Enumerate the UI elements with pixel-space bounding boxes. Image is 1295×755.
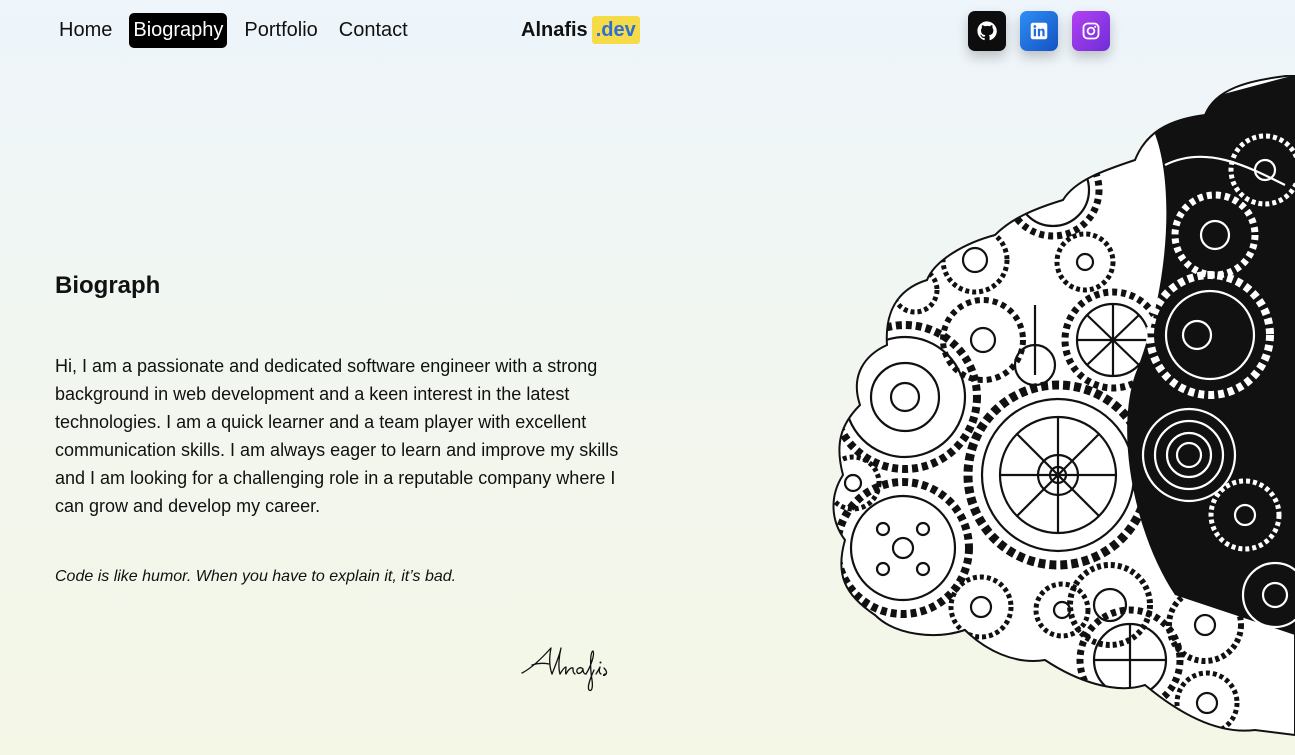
linkedin-link[interactable] — [1020, 11, 1058, 51]
logo-tld: .dev — [591, 16, 640, 44]
signature-image — [521, 647, 608, 692]
page-title: Biograph — [55, 272, 161, 299]
linkedin-icon — [1030, 22, 1048, 40]
github-icon — [977, 21, 997, 41]
instagram-link[interactable] — [1072, 11, 1110, 51]
logo-name: Alnafis — [521, 18, 588, 41]
nav-home-link[interactable]: Home — [55, 13, 116, 48]
brain-gears-illustration — [832, 75, 1295, 737]
instagram-icon — [1082, 22, 1100, 40]
nav-contact-link[interactable]: Contact — [335, 13, 412, 48]
nav-portfolio-link[interactable]: Portfolio — [240, 13, 321, 48]
site-logo[interactable]: Alnafis .dev — [521, 16, 640, 44]
nav-biography-link[interactable]: Biography — [129, 13, 228, 48]
biography-text: Hi, I am a passionate and dedicated soft… — [55, 356, 619, 516]
quote-text: Code is like humor. When you have to exp… — [55, 568, 457, 585]
main-nav: Home Biography Portfolio Contact — [55, 13, 425, 48]
github-link[interactable] — [968, 11, 1006, 51]
